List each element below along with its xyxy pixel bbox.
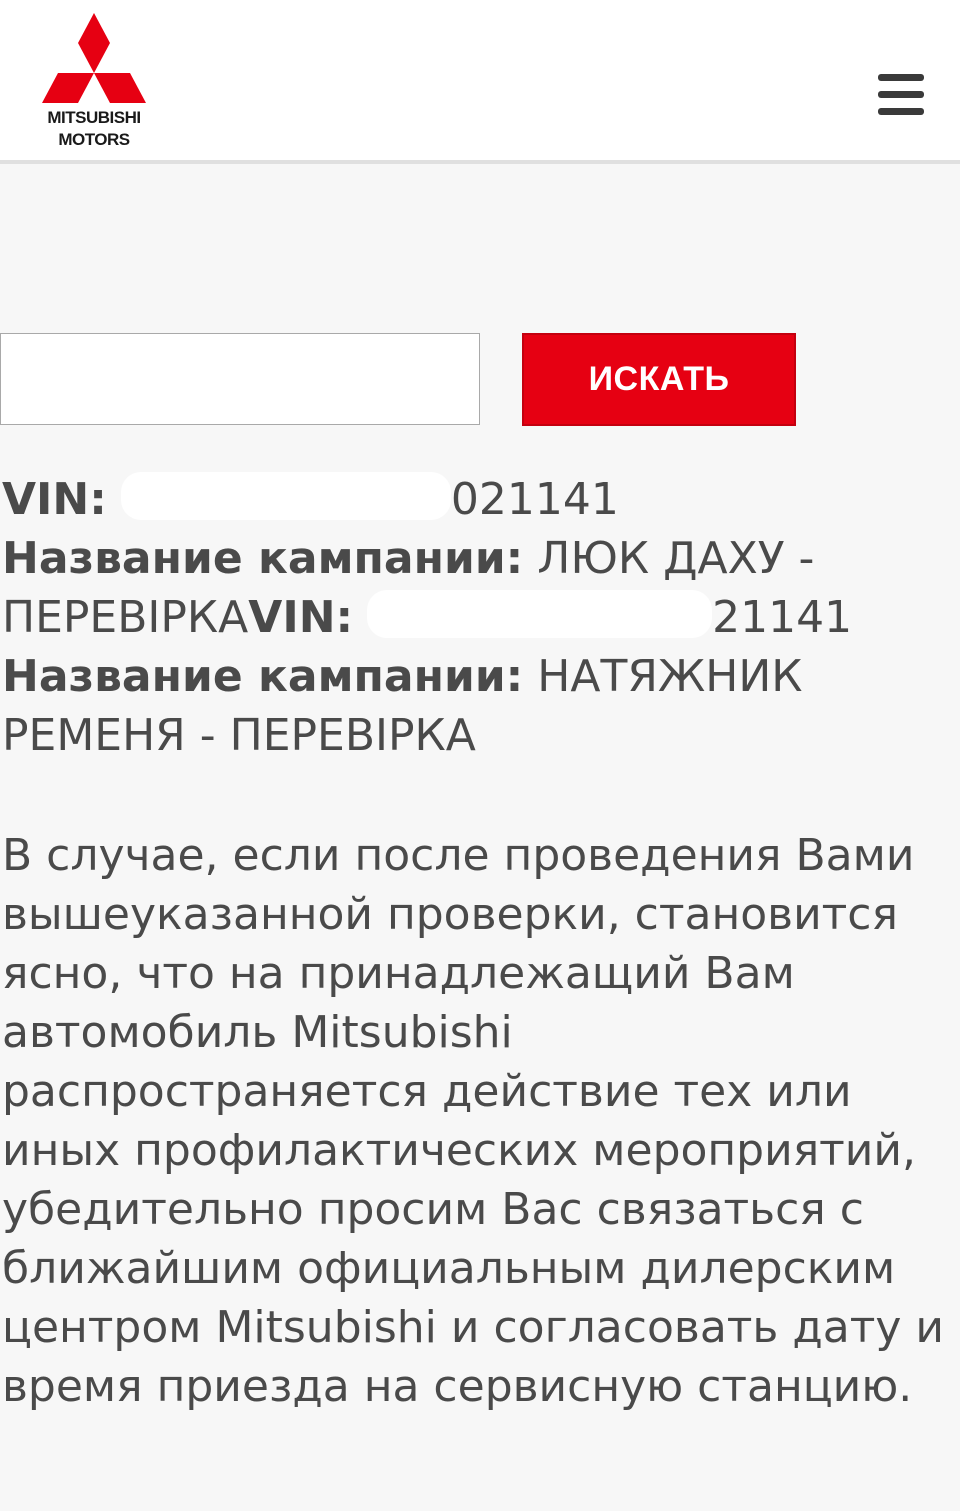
vin-label: VIN: [248, 592, 354, 643]
menu-bar [878, 108, 924, 115]
vin-label: VIN: [2, 474, 107, 525]
info-paragraph: В случае, если после проведения Вами выш… [2, 830, 944, 1412]
vin-value: 021141 [450, 474, 619, 525]
logo-text-motors: MOTORS [58, 130, 130, 149]
mitsubishi-logo[interactable]: MITSUBISHI MOTORS [36, 10, 152, 154]
vin-search-input[interactable] [0, 333, 480, 425]
campaign-label: Название кампании: [2, 651, 524, 702]
three-diamonds-icon [42, 13, 146, 103]
redacted-vin [367, 590, 713, 638]
menu-bar [878, 91, 924, 98]
vin-value: 21141 [712, 592, 853, 643]
site-header: MITSUBISHI MOTORS [0, 0, 960, 164]
search-results: VIN: 021141 Название кампании: ЛЮК ДАХУ … [2, 470, 942, 765]
campaign-label: Название кампании: [2, 533, 524, 584]
hamburger-menu-icon[interactable] [872, 66, 930, 122]
redacted-vin [120, 472, 451, 520]
search-button[interactable]: ИСКАТЬ [522, 333, 796, 426]
logo-text-brand: MITSUBISHI [47, 108, 141, 127]
menu-bar [878, 74, 924, 81]
